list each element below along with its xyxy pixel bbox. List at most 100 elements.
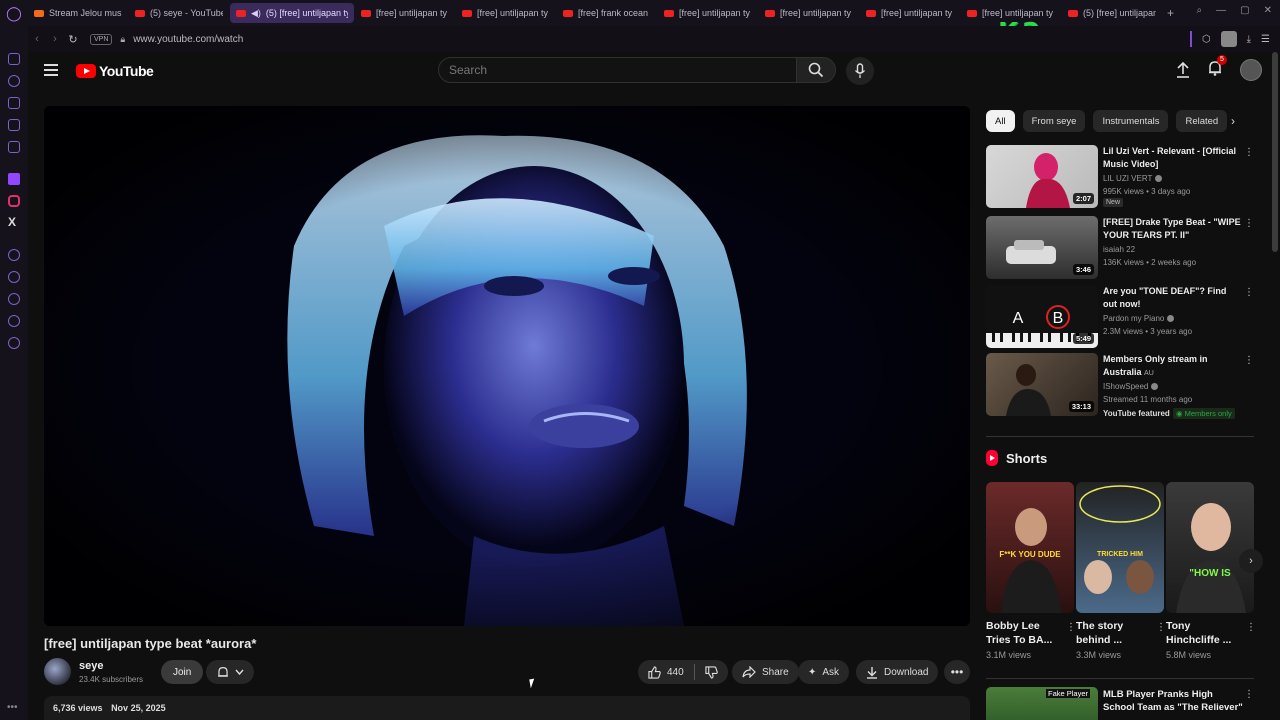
chevron-right-icon[interactable]: › [1239,549,1263,573]
extensions-icon[interactable]: ⬡ [1202,34,1211,45]
video-thumbnail[interactable]: 33:13 [986,353,1098,416]
recommendation-item[interactable]: 3:46 [FREE] Drake Type Beat - "WIPE YOUR… [986,216,1256,280]
recommendation-item[interactable]: Fake Player MLB Player Pranks High Schoo… [986,687,1256,720]
kebab-menu-icon[interactable]: ⋮ [1066,622,1076,633]
aria-icon[interactable] [8,97,20,109]
more-actions-icon[interactable]: ••• [944,660,970,684]
video-player[interactable] [44,106,970,626]
chat-icon[interactable] [8,315,20,327]
short-title[interactable]: Tony Hinchcliffe ... [1166,619,1238,647]
vpn-badge[interactable]: VPN [90,33,113,45]
search-button[interactable] [796,57,836,83]
channel-name[interactable]: LIL UZI VERT [1103,172,1163,185]
short-thumbnail[interactable]: TRICKED HIM [1076,482,1164,613]
account-avatar[interactable] [1240,59,1262,81]
clock-icon[interactable] [8,293,20,305]
video-title[interactable]: Members Only stream in Australia AU [1103,353,1241,380]
chip-related[interactable]: Related [1176,110,1228,132]
maximize-icon[interactable]: ▢ [1240,5,1249,16]
kebab-menu-icon[interactable]: ⋮ [1244,218,1254,229]
pinboard-icon[interactable] [8,141,20,153]
recommendation-item[interactable]: 33:13 Members Only stream in Australia A… [986,353,1256,419]
kebab-menu-icon[interactable]: ⋮ [1244,147,1254,158]
description-box[interactable]: 6,736 views Nov 25, 2025 [44,696,970,720]
video-title[interactable]: [FREE] Drake Type Beat - "WIPE YOUR TEAR… [1103,216,1241,242]
video-title[interactable]: Lil Uzi Vert - Relevant - [Official Musi… [1103,145,1241,171]
speaker-icon[interactable]: ◀) [251,8,261,19]
chip-instrumentals[interactable]: Instrumentals [1093,110,1169,132]
url-text[interactable]: www.youtube.com/watch [133,34,243,45]
kebab-menu-icon[interactable]: ⋮ [1244,355,1254,366]
channel-name[interactable]: IShowSpeed [1103,380,1159,393]
youtube-logo[interactable]: YouTube [76,63,154,79]
browser-tab-active[interactable]: ◀) (5) [free] untiljapan ty [230,3,354,23]
forward-icon[interactable]: › [46,33,64,45]
short-title[interactable]: The story behind ... [1076,619,1148,647]
kebab-menu-icon[interactable]: ⋮ [1246,622,1256,633]
search-input[interactable] [439,58,797,82]
chip-all[interactable]: All [986,110,1015,132]
opera-logo-icon[interactable]: ◯ [0,0,28,26]
channel-name[interactable]: seye [79,660,103,672]
messenger-icon[interactable] [8,53,20,65]
video-title[interactable]: Are you "TONE DEAF"? Find out now! [1103,285,1241,311]
recommendation-item[interactable]: A B 5:49 Are you "TONE DEAF"? Find out n… [986,285,1256,349]
browser-tab[interactable]: Stream Jelou music [28,3,128,23]
instagram-icon[interactable] [8,195,20,207]
notifications-button[interactable]: 5 [1208,54,1227,81]
x-twitter-icon[interactable]: X [8,215,16,229]
page-scrollbar[interactable] [1272,52,1278,252]
search-tabs-icon[interactable]: ⌕ [1197,5,1203,16]
voice-search-button[interactable] [846,57,874,85]
close-window-icon[interactable]: ✕ [1264,5,1272,16]
kebab-menu-icon[interactable]: ⋮ [1244,287,1254,298]
short-title[interactable]: Bobby Lee Tries To BA... [986,619,1058,647]
kebab-menu-icon[interactable]: ⋮ [1156,622,1166,633]
channel-avatar[interactable] [44,658,71,685]
browser-tab[interactable]: [free] untiljapan ty [860,3,960,23]
join-button[interactable]: Join [161,660,204,684]
browser-tab[interactable]: (5) seye - YouTube [129,3,229,23]
video-thumbnail[interactable]: 3:46 [986,216,1098,279]
video-thumbnail[interactable]: A B 5:49 [986,285,1098,348]
short-thumbnail[interactable]: "HOW IS [1166,482,1254,613]
download-button[interactable]: Download [856,660,939,684]
lock-icon[interactable]: 🔒︎ [120,34,125,45]
short-item[interactable]: F**K YOU DUDE Bobby Lee Tries To BA... 3… [986,482,1076,662]
kebab-menu-icon[interactable]: ⋮ [1244,689,1254,700]
minimize-icon[interactable]: — [1216,5,1226,16]
short-thumbnail[interactable]: F**K YOU DUDE [986,482,1074,613]
settings-icon[interactable] [8,337,20,349]
share-button[interactable]: Share [732,660,799,684]
browser-tab[interactable]: [free] untiljapan ty [355,3,455,23]
video-thumbnail[interactable]: 2:07 [986,145,1098,208]
subscription-bell-button[interactable] [206,660,254,684]
heart-icon[interactable] [8,271,20,283]
browser-tab[interactable]: [free] untiljapan ty [658,3,758,23]
new-tab-plus-icon[interactable]: + [1167,6,1174,20]
browser-tab[interactable]: (5) [free] untiljapan [1062,3,1162,23]
browser-tab[interactable]: [free] untiljapan ty [759,3,859,23]
recommendation-item[interactable]: 2:07 Lil Uzi Vert - Relevant - [Official… [986,145,1256,209]
downloads-icon[interactable]: ⤓ [1247,34,1251,45]
thumbs-down-icon[interactable] [705,665,718,679]
player-icon[interactable] [8,249,20,261]
profile-avatar[interactable] [1220,31,1237,47]
ask-button[interactable]: ✦ Ask [798,660,850,684]
back-icon[interactable]: ‹ [28,33,46,45]
channel-name[interactable]: Pardon my Piano [1103,312,1175,325]
history-icon[interactable] [8,75,20,87]
hamburger-menu-icon[interactable] [44,64,58,76]
chevron-right-icon[interactable]: › [1231,114,1235,128]
reload-icon[interactable]: ↻ [64,33,82,46]
short-item[interactable]: TRICKED HIM The story behind ... 3.3M vi… [1076,482,1166,662]
short-item[interactable]: "HOW IS Tony Hinchcliffe ... 5.8M views … [1166,482,1256,662]
chip-from-seye[interactable]: From seye [1022,110,1086,132]
workspace-icon[interactable] [8,119,20,131]
video-thumbnail[interactable]: Fake Player [986,687,1098,720]
menu-lines-icon[interactable]: ☰ [1261,34,1270,45]
twitch-icon[interactable] [8,173,20,185]
more-dots-icon[interactable]: ••• [7,702,18,713]
video-title[interactable]: MLB Player Pranks High School Team as "T… [1103,688,1243,714]
channel-name[interactable]: isaiah 22 [1103,243,1135,256]
